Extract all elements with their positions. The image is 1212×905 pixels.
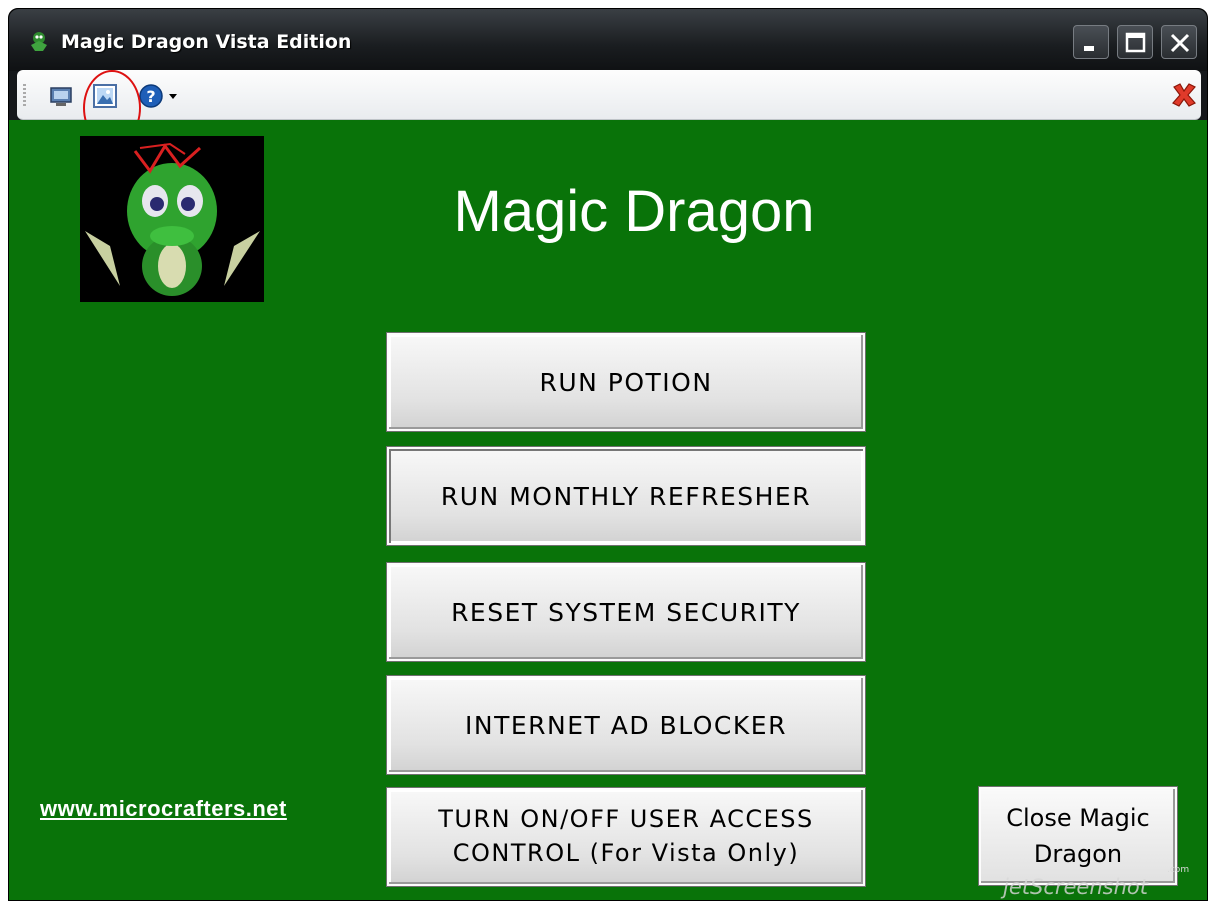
watermark-suffix: .com — [1167, 865, 1190, 875]
help-icon[interactable]: ? — [137, 82, 165, 110]
run-monthly-refresher-button[interactable]: RUN MONTHLY REFRESHER — [386, 446, 866, 546]
app-window: Magic Dragon Vista Edition ? Magic Drago… — [8, 8, 1208, 901]
close-icon — [1170, 33, 1190, 53]
website-link[interactable]: www.microcrafters.net — [40, 796, 287, 822]
maximize-icon — [1125, 32, 1146, 53]
window-title: Magic Dragon Vista Edition — [61, 31, 352, 53]
toggle-user-access-control-button[interactable]: TURN ON/OFF USER ACCESS CONTROL (For Vis… — [386, 787, 866, 887]
reset-system-security-button[interactable]: RESET SYSTEM SECURITY — [386, 562, 866, 662]
image-icon[interactable] — [91, 82, 119, 110]
svg-text:?: ? — [146, 87, 155, 106]
exit-icon[interactable] — [1169, 80, 1199, 110]
main-panel: Magic Dragon RUN POTION RUN MONTHLY REFR… — [9, 120, 1207, 900]
dragon-mascot-image — [80, 136, 264, 302]
maximize-button[interactable] — [1117, 25, 1153, 59]
minimize-button[interactable] — [1073, 25, 1109, 59]
watermark: jetScreenshot — [1003, 875, 1148, 899]
toolbar-grip[interactable] — [23, 84, 26, 108]
chevron-down-icon[interactable] — [169, 94, 177, 99]
minimize-icon — [1084, 46, 1094, 51]
title-bar[interactable]: Magic Dragon Vista Edition — [9, 9, 1207, 71]
close-window-button[interactable] — [1161, 25, 1197, 59]
page-title: Magic Dragon — [453, 179, 815, 244]
dragon-app-icon — [31, 32, 47, 51]
monitor-icon[interactable] — [47, 82, 75, 110]
close-magic-dragon-button[interactable]: Close Magic Dragon — [978, 786, 1178, 886]
internet-ad-blocker-button[interactable]: INTERNET AD BLOCKER — [386, 675, 866, 775]
toolbar: ? — [17, 70, 1201, 146]
run-potion-button[interactable]: RUN POTION — [386, 332, 866, 432]
